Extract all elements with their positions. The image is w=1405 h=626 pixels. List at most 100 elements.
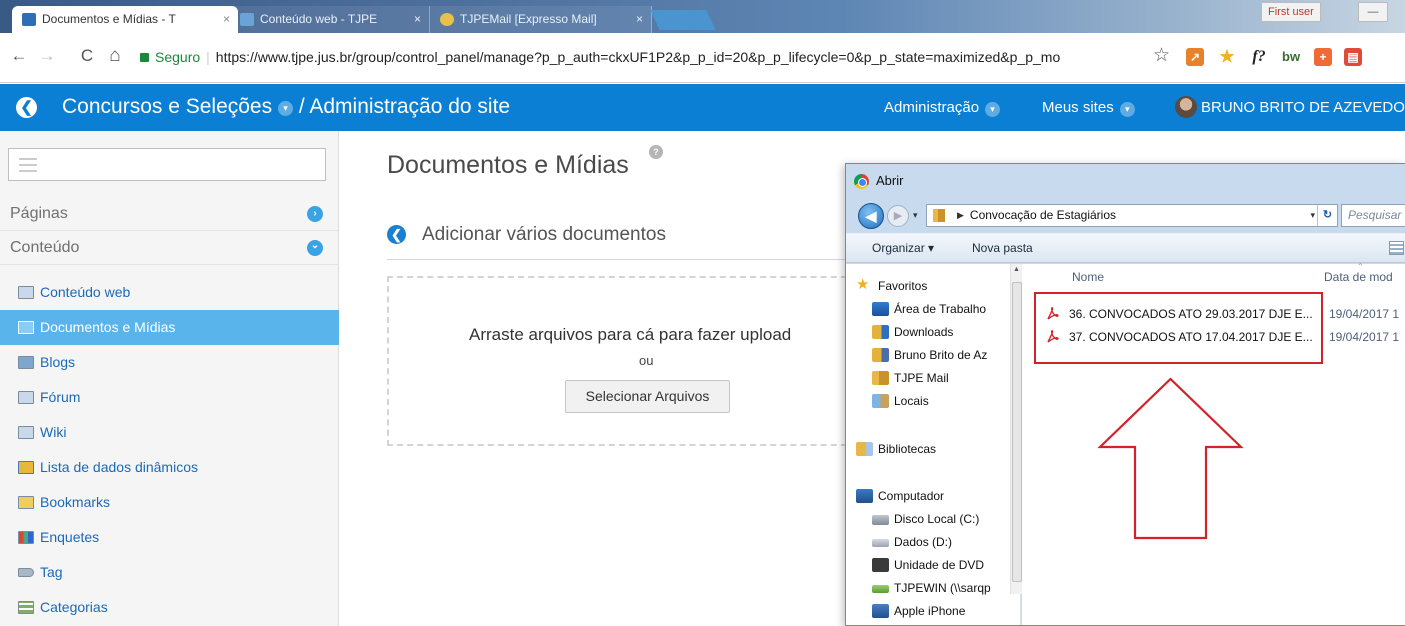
tree-item-label: TJPE Mail bbox=[894, 371, 949, 385]
tree-item-bibliotecas[interactable]: Bibliotecas bbox=[856, 439, 936, 459]
forward-arrow-icon[interactable]: → bbox=[36, 44, 58, 68]
tree-item-label: Dados (D:) bbox=[894, 535, 953, 549]
user-menu[interactable]: BRUNO BRITO DE AZEVEDO bbox=[1201, 98, 1405, 118]
tab-close-icon[interactable]: × bbox=[636, 6, 643, 33]
sidebar-item-tag[interactable]: Tag bbox=[0, 555, 339, 590]
chevron-down-icon[interactable]: ▾ bbox=[277, 101, 293, 116]
path-separator-icon[interactable]: ▶ bbox=[957, 210, 964, 220]
recent-locations-icon[interactable]: ▾ bbox=[913, 210, 918, 221]
tree-item-downloads[interactable]: Downloads bbox=[872, 322, 953, 342]
chevron-down-icon[interactable]: ⌄ bbox=[307, 240, 323, 256]
drop-instructions: Arraste arquivos para cá para fazer uplo… bbox=[469, 325, 792, 344]
sidebar-item-blogs[interactable]: Blogs bbox=[0, 345, 339, 380]
scrollbar-thumb[interactable] bbox=[1012, 282, 1022, 582]
upload-drop-zone[interactable]: Arraste arquivos para cá para fazer uplo… bbox=[387, 276, 867, 446]
tab-close-icon[interactable]: × bbox=[223, 6, 230, 33]
note-extension-icon[interactable]: ▤ bbox=[1344, 48, 1362, 66]
sidebar-item-label: Tag bbox=[40, 564, 63, 580]
forum-icon bbox=[18, 391, 34, 404]
tree-item-dados[interactable]: Dados (D:) bbox=[872, 532, 952, 552]
path-bar[interactable]: ▶ Convocação de Estagiários ▾ ↻ bbox=[926, 204, 1338, 227]
sidebar-item-lista-dados[interactable]: Lista de dados dinâmicos bbox=[0, 450, 339, 485]
my-sites-menu[interactable]: Meus sites ▾ bbox=[1042, 98, 1135, 118]
sidebar-item-label: Enquetes bbox=[40, 529, 100, 545]
star-extension-icon[interactable]: ★ bbox=[1218, 48, 1236, 66]
web-content-icon bbox=[18, 286, 34, 299]
back-arrow-icon[interactable]: ← bbox=[8, 44, 30, 68]
path-current-folder[interactable]: Convocação de Estagiários bbox=[970, 208, 1116, 222]
chevron-right-icon[interactable]: › bbox=[307, 206, 323, 222]
address-bar[interactable]: Seguro | https://www.tjpe.jus.br/group/con… bbox=[140, 45, 1140, 70]
back-arrow-icon[interactable]: ◀ bbox=[858, 203, 884, 229]
chevron-down-icon: ▾ bbox=[985, 102, 1001, 117]
sidebar-item-categorias[interactable]: Categorias bbox=[0, 590, 339, 625]
avatar[interactable] bbox=[1175, 96, 1197, 118]
tree-item-area-trabalho[interactable]: Área de Trabalho bbox=[872, 299, 986, 319]
add-multiple-header: ❮ Adicionar vários documentos bbox=[387, 224, 666, 250]
sidebar-section-paginas[interactable]: Páginas › bbox=[0, 197, 339, 231]
back-circle-icon[interactable]: ❮ bbox=[387, 225, 406, 244]
star-icon: ★ bbox=[856, 276, 870, 293]
tab-close-icon[interactable]: × bbox=[414, 6, 421, 33]
tree-item-label: Computador bbox=[878, 489, 945, 503]
tree-item-label: Downloads bbox=[894, 325, 954, 339]
column-header-name[interactable]: Nome bbox=[1072, 270, 1104, 284]
bookmark-star-icon[interactable]: ☆ bbox=[1153, 44, 1170, 67]
sidebar-item-documentos-midias[interactable]: Documentos e Mídias bbox=[0, 310, 339, 345]
menu-lines-icon bbox=[19, 158, 37, 172]
tree-item-favoritos[interactable]: ★ Favoritos bbox=[856, 276, 927, 296]
new-tab-button[interactable] bbox=[650, 10, 716, 30]
folder-icon bbox=[933, 209, 945, 222]
tree-item-disco-local[interactable]: Disco Local (C:) bbox=[872, 509, 979, 529]
sidebar-item-enquetes[interactable]: Enquetes bbox=[0, 520, 339, 555]
administration-menu[interactable]: Administração ▾ bbox=[884, 98, 1001, 118]
tab-tjpemail[interactable]: TJPEMail [Expresso Mail] × bbox=[430, 6, 652, 33]
view-options-icon[interactable] bbox=[1389, 241, 1404, 255]
dialog-search-input[interactable]: Pesquisar bbox=[1341, 204, 1405, 227]
forward-arrow-icon[interactable]: ▶ bbox=[887, 205, 909, 227]
reload-icon[interactable]: C bbox=[76, 44, 98, 68]
wiki-icon bbox=[18, 426, 34, 439]
refresh-icon[interactable]: ↻ bbox=[1317, 205, 1337, 226]
help-icon[interactable]: ? bbox=[649, 145, 663, 159]
browser-toolbar: ← → C ⌂ Seguro | https://www.tjpe.jus.br/g… bbox=[0, 33, 1405, 83]
path-dropdown-icon[interactable]: ▾ bbox=[1310, 205, 1315, 226]
organize-button[interactable]: Organizar ▾ bbox=[872, 241, 934, 255]
scroll-up-icon[interactable]: ▲ bbox=[1013, 266, 1020, 273]
tab-conteudo-web[interactable]: Conteúdo web - TJPE × bbox=[230, 6, 430, 33]
tree-item-label: Área de Trabalho bbox=[894, 302, 987, 316]
bw-extension-icon[interactable]: bw bbox=[1282, 48, 1300, 66]
sidebar-item-wiki[interactable]: Wiki bbox=[0, 415, 339, 450]
sidebar-item-label: Conteúdo web bbox=[40, 284, 131, 300]
sidebar-item-forum[interactable]: Fórum bbox=[0, 380, 339, 415]
column-header-date[interactable]: Data de mod bbox=[1324, 270, 1393, 284]
tree-item-label: Unidade de DVD bbox=[894, 558, 985, 572]
select-files-button[interactable]: Selecionar Arquivos bbox=[565, 380, 730, 413]
new-folder-button[interactable]: Nova pasta bbox=[972, 241, 1033, 255]
tree-item-computador[interactable]: Computador bbox=[856, 486, 944, 506]
profile-badge[interactable]: First user bbox=[1261, 2, 1321, 22]
dialog-titlebar[interactable]: Abrir bbox=[846, 164, 1405, 198]
documents-icon bbox=[18, 321, 34, 334]
sidebar-item-bookmarks[interactable]: Bookmarks bbox=[0, 485, 339, 520]
tree-item-label: Disco Local (C:) bbox=[894, 512, 980, 526]
minimize-button[interactable]: — bbox=[1358, 2, 1388, 22]
sidebar-item-conteudo-web[interactable]: Conteúdo web bbox=[0, 275, 339, 310]
plus-extension-icon[interactable]: + bbox=[1314, 48, 1332, 66]
tree-item-user-folder[interactable]: Bruno Brito de Az bbox=[872, 345, 987, 365]
tree-item-iphone[interactable]: Apple iPhone bbox=[872, 601, 965, 621]
sidebar-section-conteudo[interactable]: Conteúdo ⌄ bbox=[0, 231, 339, 265]
tree-item-locais[interactable]: Locais bbox=[872, 391, 929, 411]
minimize-icon: — bbox=[1367, 6, 1379, 18]
home-icon[interactable]: ⌂ bbox=[104, 44, 126, 68]
tree-item-tjpe-mail[interactable]: TJPE Mail bbox=[872, 368, 949, 388]
tree-item-dvd[interactable]: Unidade de DVD bbox=[872, 555, 984, 575]
back-circle-icon[interactable]: ❮ bbox=[16, 97, 37, 118]
tree-item-tjpewin[interactable]: TJPEWIN (\\sarqp bbox=[872, 578, 991, 598]
sidebar-search-input[interactable] bbox=[8, 148, 326, 181]
user-folder-icon bbox=[872, 348, 889, 362]
formula-extension-icon[interactable]: f? bbox=[1250, 48, 1268, 66]
tab-documentos-midias[interactable]: Documentos e Mídias - T × bbox=[12, 6, 238, 33]
site-selector[interactable]: Concursos e Seleções bbox=[62, 95, 272, 118]
chart-extension-icon[interactable]: ↗ bbox=[1186, 48, 1204, 66]
